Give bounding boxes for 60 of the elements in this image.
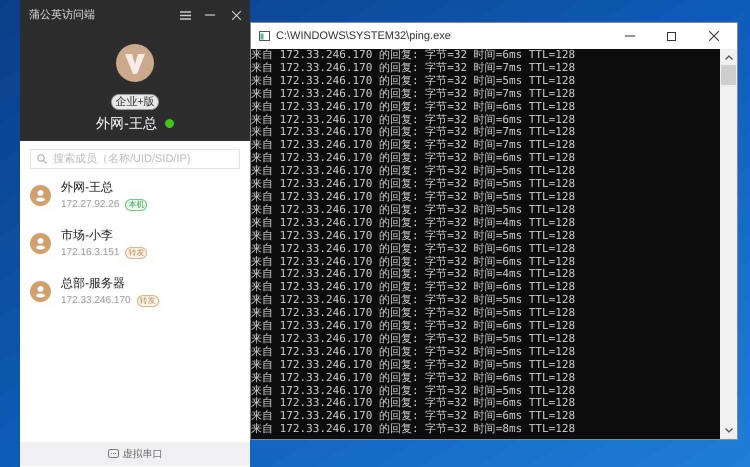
console-line: 来自 172.33.246.170 的回复: 字节=32 时间=6ms TTL=128 xyxy=(251,152,576,164)
console-line: 来自 172.33.246.170 的回复: 字节=32 时间=7ms TTL=128 xyxy=(251,88,576,100)
edition-badge: 企业+版 xyxy=(111,94,159,110)
console-line: 来自 172.33.246.170 的回复: 字节=32 时间=5ms TTL=128 xyxy=(251,178,576,190)
scroll-down-icon[interactable] xyxy=(724,428,732,433)
close-icon[interactable] xyxy=(709,31,719,41)
member-ip: 172.16.3.151 xyxy=(61,246,120,260)
console-line: 来自 172.33.246.170 的回复: 字节=32 时间=5ms TTL=128 xyxy=(251,190,576,204)
console-line: 来自 172.33.246.170 的回复: 字节=32 时间=6ms TTL=128 xyxy=(251,410,576,422)
search-icon xyxy=(37,154,47,164)
console-line: 来自 172.33.246.170 的回复: 字节=32 时间=6ms TTL=128 xyxy=(251,242,576,256)
console-line: 来自 172.33.246.170 的回复: 字节=32 时间=5ms TTL=128 xyxy=(251,358,576,372)
logo-icon xyxy=(116,44,154,82)
avatar-icon xyxy=(30,233,51,254)
minimize-icon[interactable] xyxy=(625,35,635,37)
member-name[interactable]: 市场-小李 xyxy=(61,227,148,243)
console-line: 来自 172.33.246.170 的回复: 字节=32 时间=5ms TTL=128 xyxy=(251,294,576,306)
console-line: 来自 172.33.246.170 的回复: 字节=32 时间=5ms TTL=128 xyxy=(251,74,576,88)
console-line: 来自 172.33.246.170 的回复: 字节=32 时间=5ms TTL=128 xyxy=(251,307,576,320)
console-icon xyxy=(259,31,270,41)
console-line: 来自 172.33.246.170 的回复: 字节=32 时间=5ms TTL=128 xyxy=(251,346,576,358)
console-line: 来自 172.33.246.170 的回复: 字节=32 时间=5ms TTL=128 xyxy=(251,165,576,178)
console-line: 来自 172.33.246.170 的回复: 字节=32 时间=5ms TTL=128 xyxy=(251,204,576,216)
console-line: 来自 172.33.246.170 的回复: 字节=32 时间=6ms TTL=128 xyxy=(251,320,576,332)
console-line: 来自 172.33.246.170 的回复: 字节=32 时间=5ms TTL=128 xyxy=(251,384,576,397)
scroll-thumb[interactable] xyxy=(721,65,736,85)
console-line: 来自 172.33.246.170 的回复: 字节=32 时间=6ms TTL=128 xyxy=(251,397,576,410)
maximize-icon[interactable] xyxy=(667,32,676,40)
user-name: 外网-王总 xyxy=(96,114,157,133)
console-line: 来自 172.33.246.170 的回复: 字节=32 时间=6ms TTL=128 xyxy=(251,114,576,126)
console-line: 来自 172.33.246.170 的回复: 字节=32 时间=5ms TTL=128 xyxy=(251,332,576,346)
console-line: 来自 172.33.246.170 的回复: 字节=32 时间=6ms TTL=128 xyxy=(251,100,576,114)
console-line: 来自 172.33.246.170 的回复: 字节=32 时间=5ms TTL=128 xyxy=(251,230,576,242)
scroll-up-icon[interactable] xyxy=(724,55,732,60)
member-ip: 172.27.92.26 xyxy=(61,198,120,212)
serial-port-link[interactable]: 虚拟串口 xyxy=(122,446,162,462)
member-ip: 172.33.246.170 xyxy=(61,294,131,308)
console-line: 来自 172.33.246.170 的回复: 字节=32 时间=6ms TTL=128 xyxy=(251,256,576,268)
console-line: 来自 172.33.246.170 的回复: 字节=32 时间=4ms TTL=128 xyxy=(251,216,576,230)
app-title: 蒲公英访问端 xyxy=(29,8,96,23)
member-name[interactable]: 外网-王总 xyxy=(61,179,148,195)
scrollbar[interactable] xyxy=(720,49,737,439)
console-line: 来自 172.33.246.170 的回复: 字节=32 时间=7ms TTL=128 xyxy=(251,139,576,152)
console-title: C:\WINDOWS\SYSTEM32\ping.exe xyxy=(276,28,452,44)
serial-port-icon[interactable] xyxy=(108,449,118,459)
member-name[interactable]: 总部-服务器 xyxy=(61,275,159,291)
console-line: 来自 172.33.246.170 的回复: 字节=32 时间=6ms TTL=128 xyxy=(251,49,576,62)
console-line: 来自 172.33.246.170 的回复: 字节=32 时间=7ms TTL=128 xyxy=(251,62,576,74)
console-line: 来自 172.33.246.170 的回复: 字节=32 时间=8ms TTL=128 xyxy=(251,423,576,436)
connection-tag: 本机 xyxy=(125,198,148,210)
console-line: 来自 172.33.246.170 的回复: 字节=32 时间=6ms TTL=128 xyxy=(251,372,576,384)
connection-tag: 转发 xyxy=(125,246,148,258)
console-line: 来自 172.33.246.170 的回复: 字节=32 时间=6ms TTL=128 xyxy=(251,281,576,294)
avatar-icon xyxy=(30,185,51,206)
menu-icon[interactable] xyxy=(180,10,191,20)
search-field[interactable]: 搜索成员（名称/UID/SID/IP) xyxy=(30,149,240,169)
avatar-icon xyxy=(30,281,51,302)
connection-tag: 转发 xyxy=(136,294,159,306)
console-line: 来自 172.33.246.170 的回复: 字节=32 时间=7ms TTL=128 xyxy=(251,126,576,138)
console-line: 来自 172.33.246.170 的回复: 字节=32 时间=4ms TTL=128 xyxy=(251,268,576,280)
